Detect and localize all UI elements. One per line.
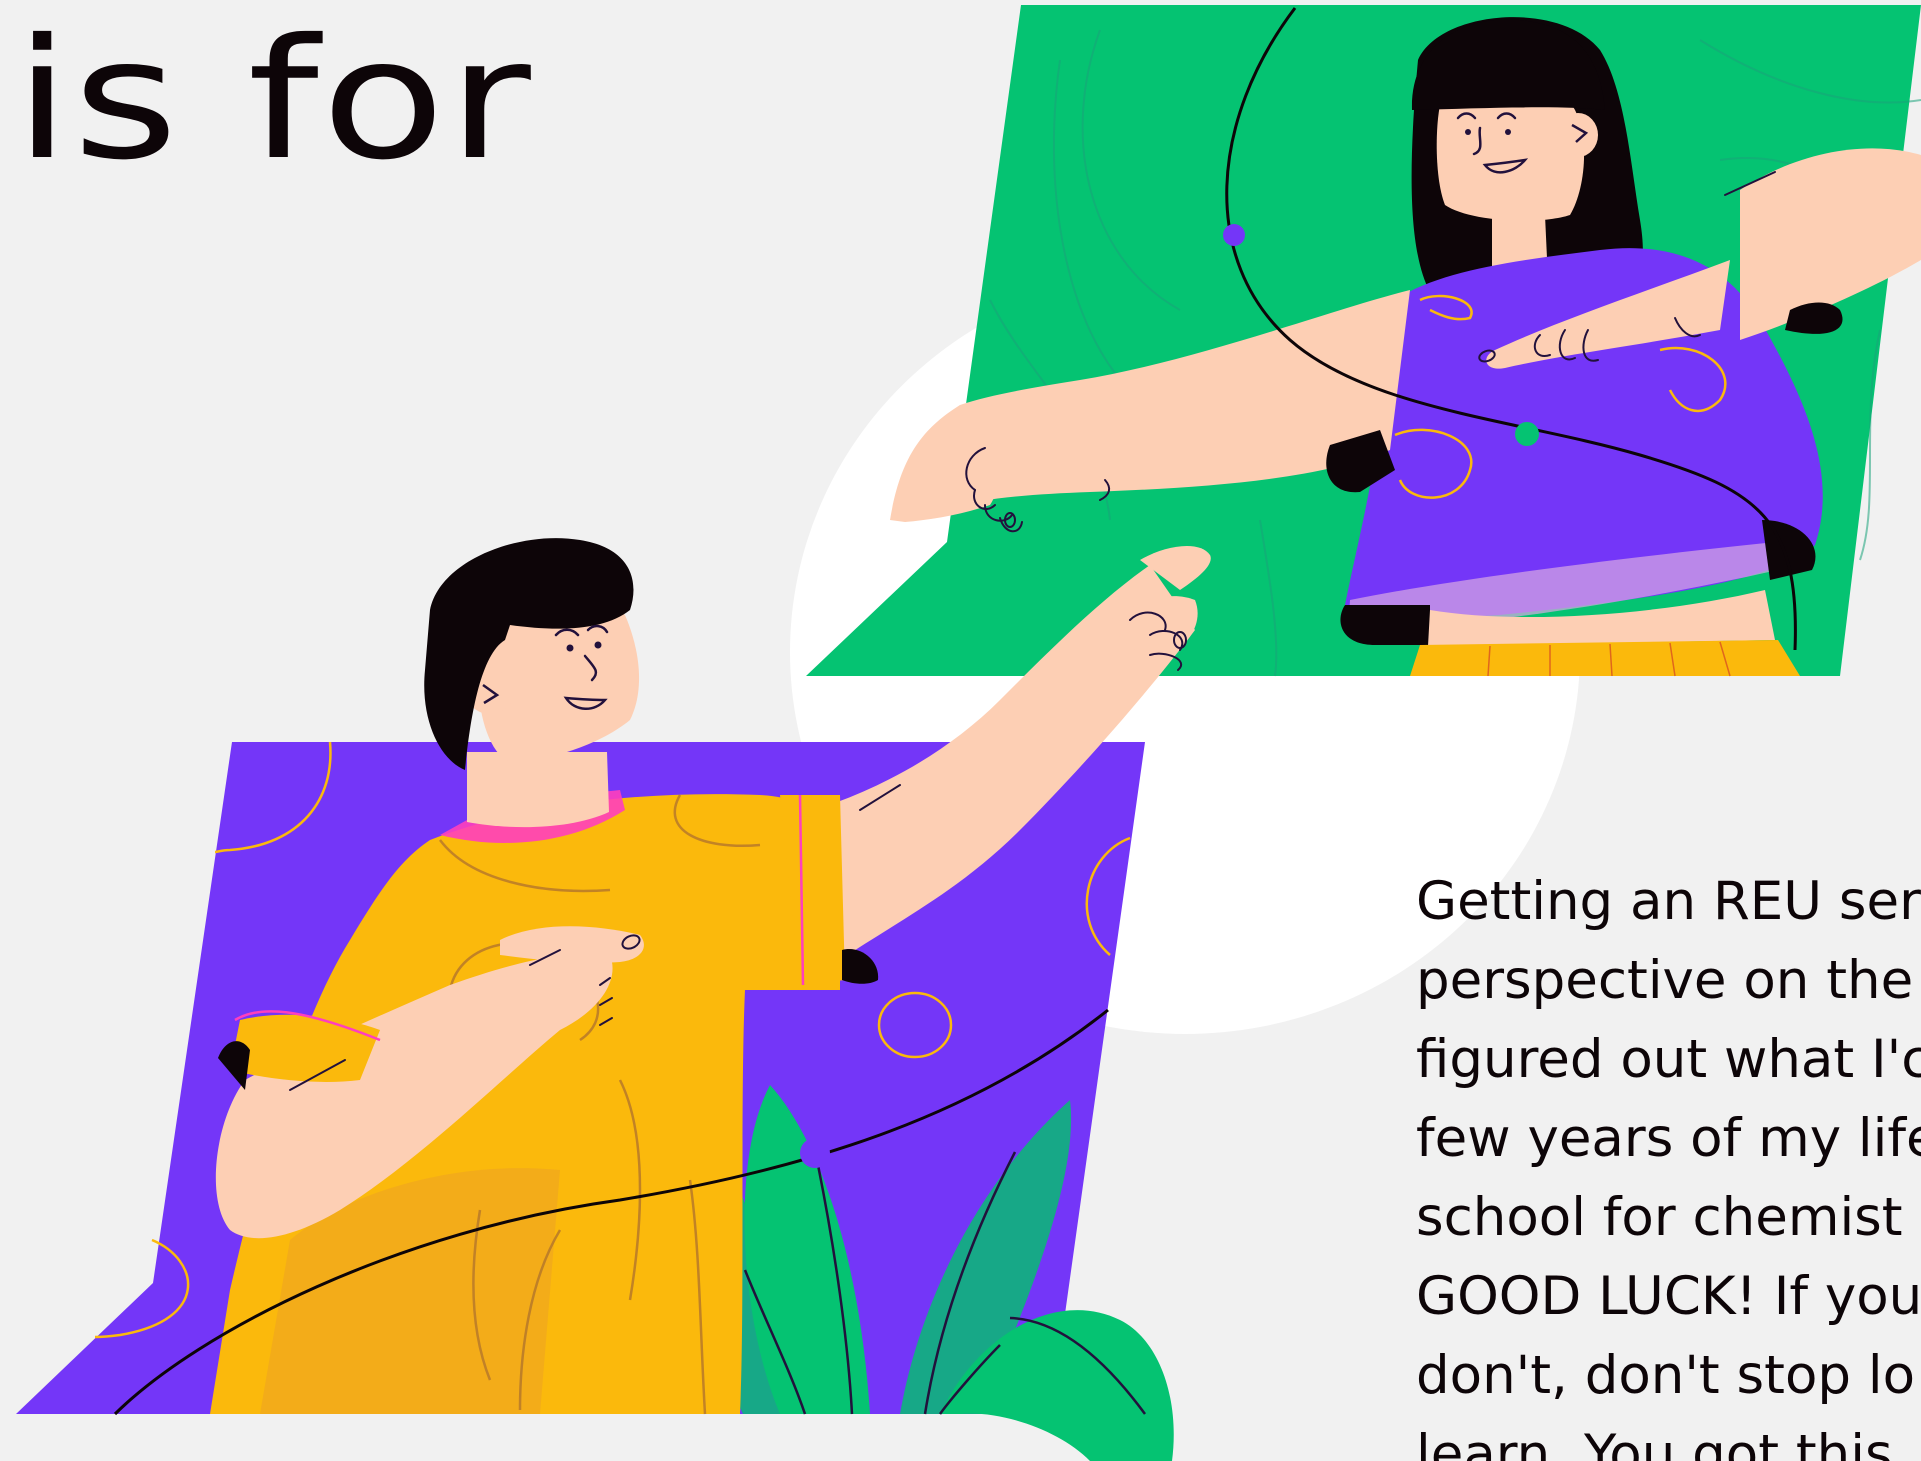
curve-node-green	[1515, 422, 1539, 446]
quote-line: school for chemist	[1416, 1187, 1903, 1248]
quote-line: GOOD LUCK! If you	[1416, 1266, 1921, 1327]
quote-line: Getting an REU ser	[1416, 871, 1921, 932]
quote-line: perspective on the	[1416, 950, 1914, 1011]
quote-line: figured out what I'c	[1416, 1029, 1921, 1090]
curve-node-purple	[1223, 224, 1245, 246]
quote-line: don't, don't stop lo	[1416, 1345, 1916, 1406]
testimonial-text: Getting an REU ser perspective on the fi…	[1416, 862, 1921, 1461]
quote-line: few years of my life	[1416, 1108, 1921, 1169]
quote-line: learn. You got this	[1416, 1424, 1893, 1461]
curve-node-purple-lower	[800, 1138, 830, 1168]
